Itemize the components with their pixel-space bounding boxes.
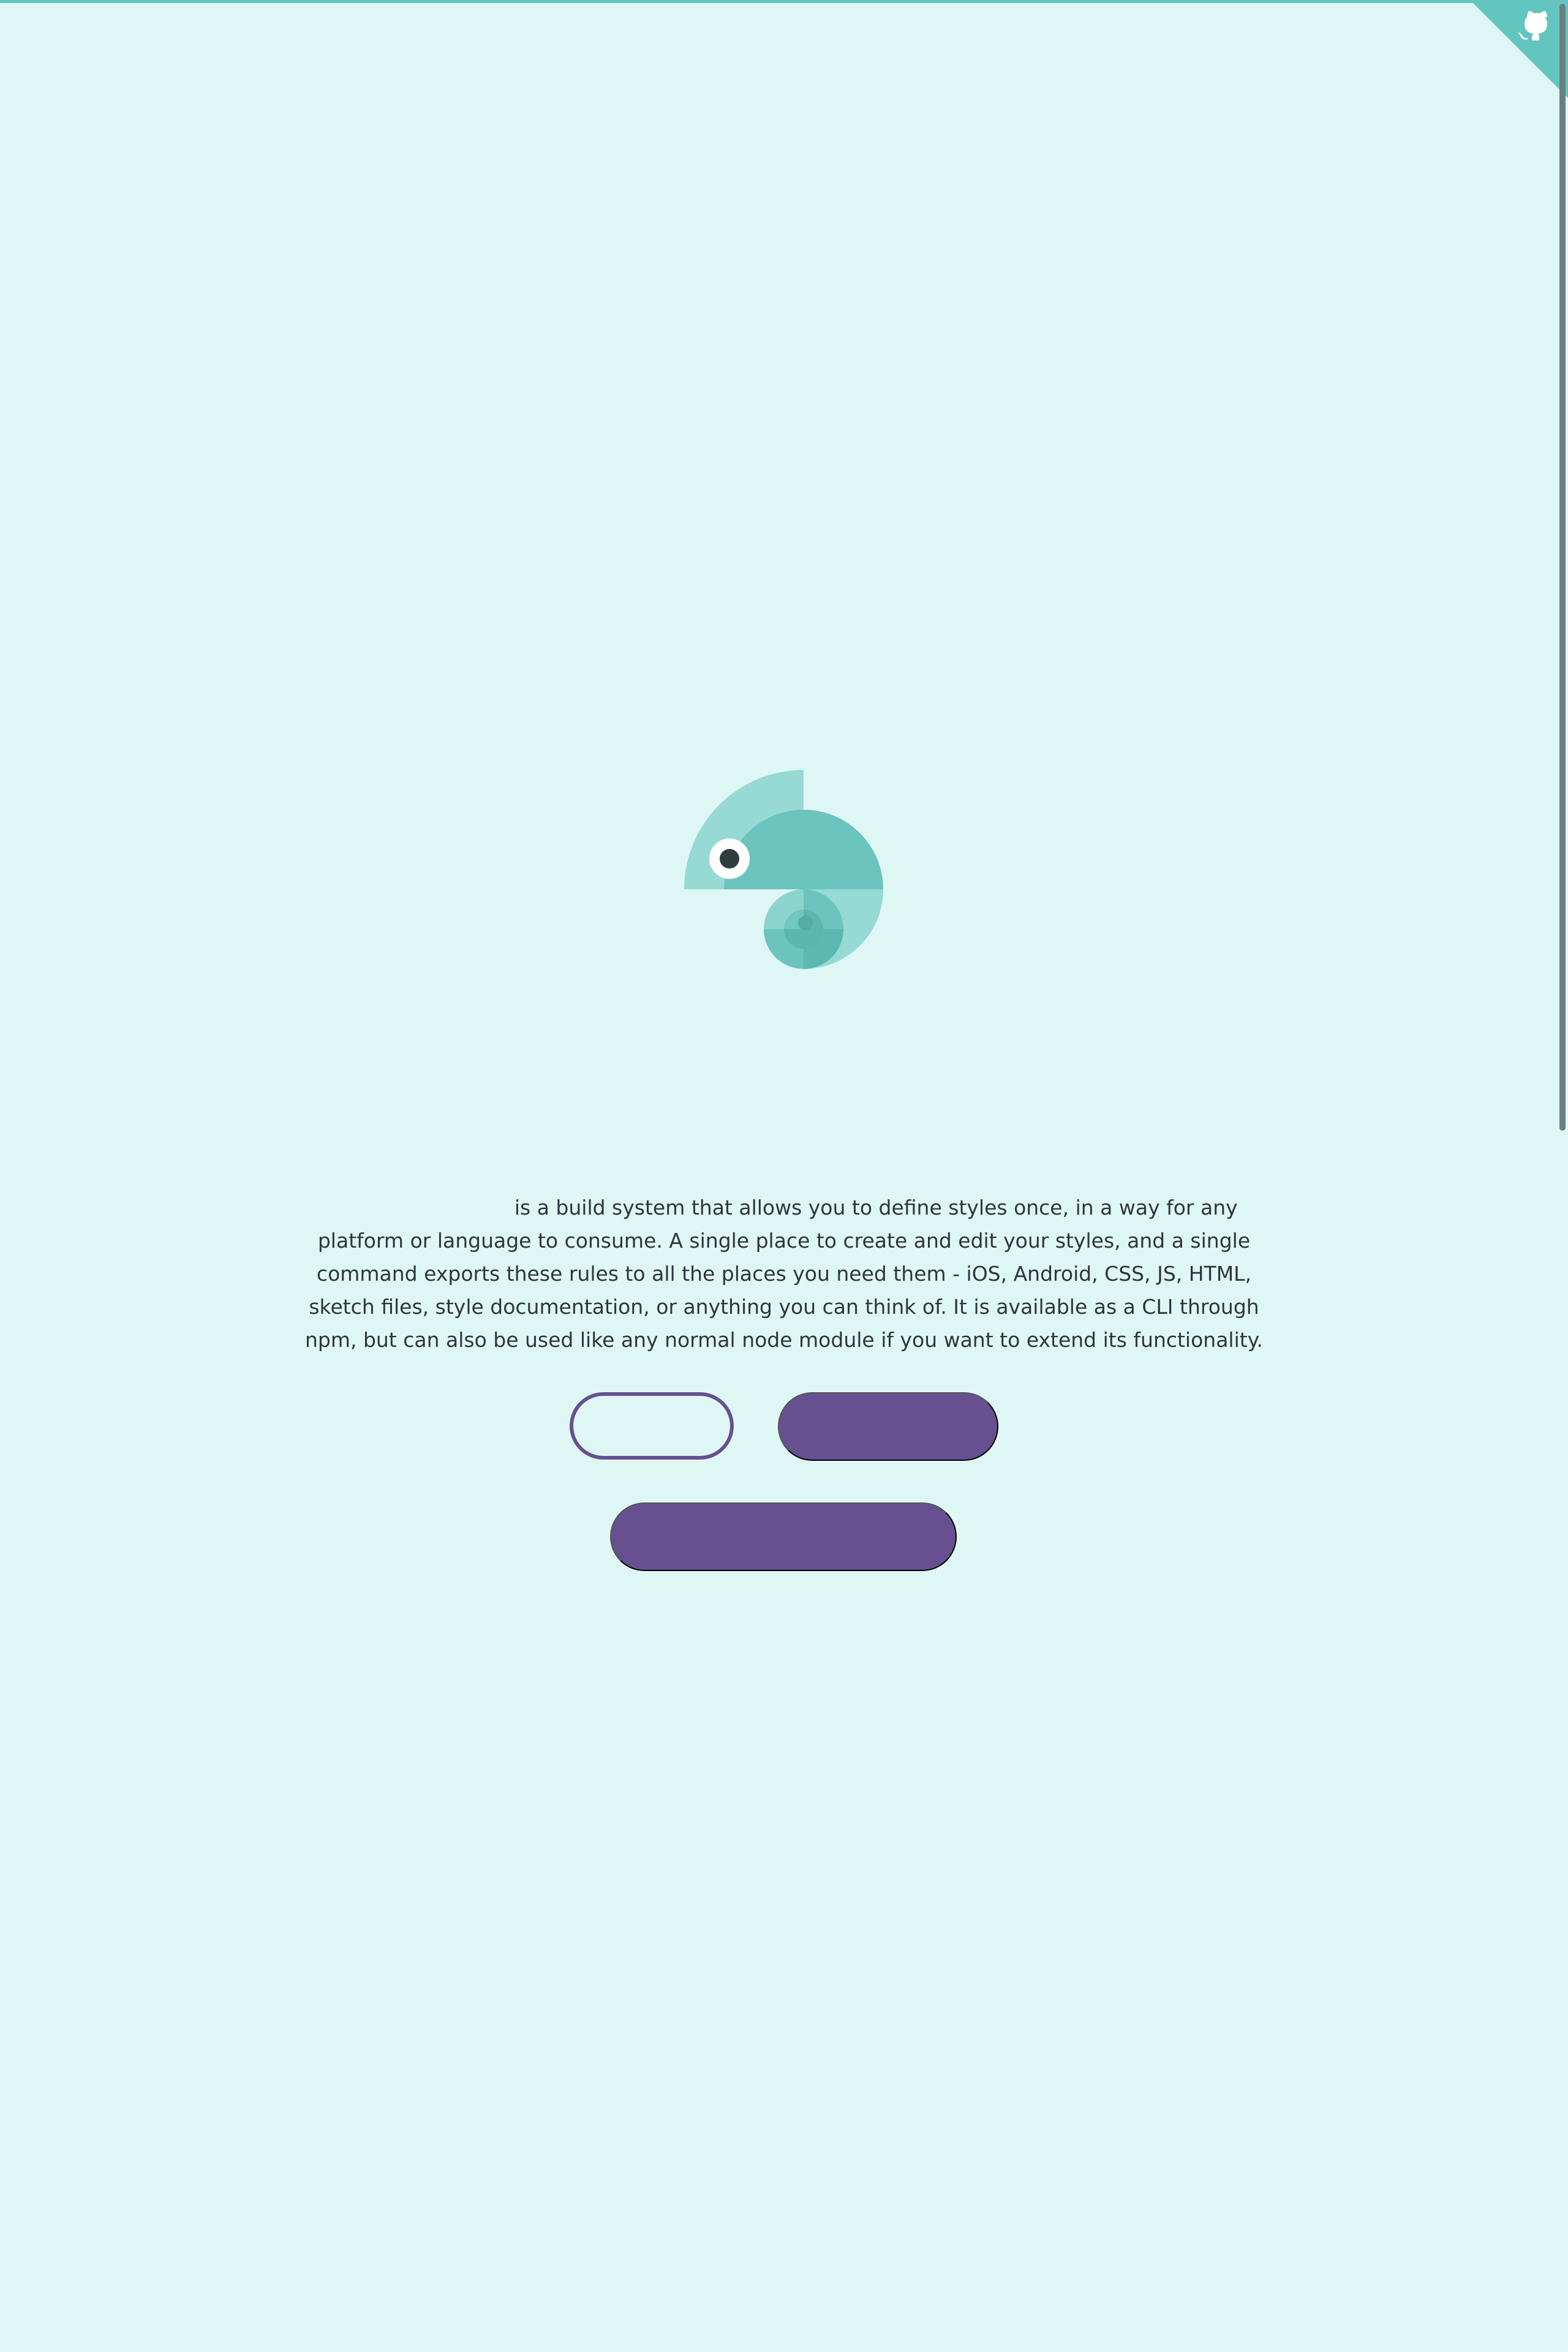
top-accent-bar [0,0,1568,3]
tertiary-button[interactable] [610,1502,957,1571]
intro-text: is a build system that allows you to def… [304,1196,1264,1352]
scrollbar-thumb[interactable] [1559,4,1566,1131]
secondary-button[interactable] [778,1392,998,1461]
brand-name-placeholder [330,1196,508,1215]
intro-paragraph: is a build system that allows you to def… [294,1191,1274,1357]
github-corner-link[interactable] [1470,0,1568,98]
page-scrollbar[interactable] [1557,0,1568,2352]
primary-outline-button[interactable] [570,1392,734,1460]
chameleon-logo-icon [683,769,885,971]
github-octocat-icon [1470,0,1568,98]
